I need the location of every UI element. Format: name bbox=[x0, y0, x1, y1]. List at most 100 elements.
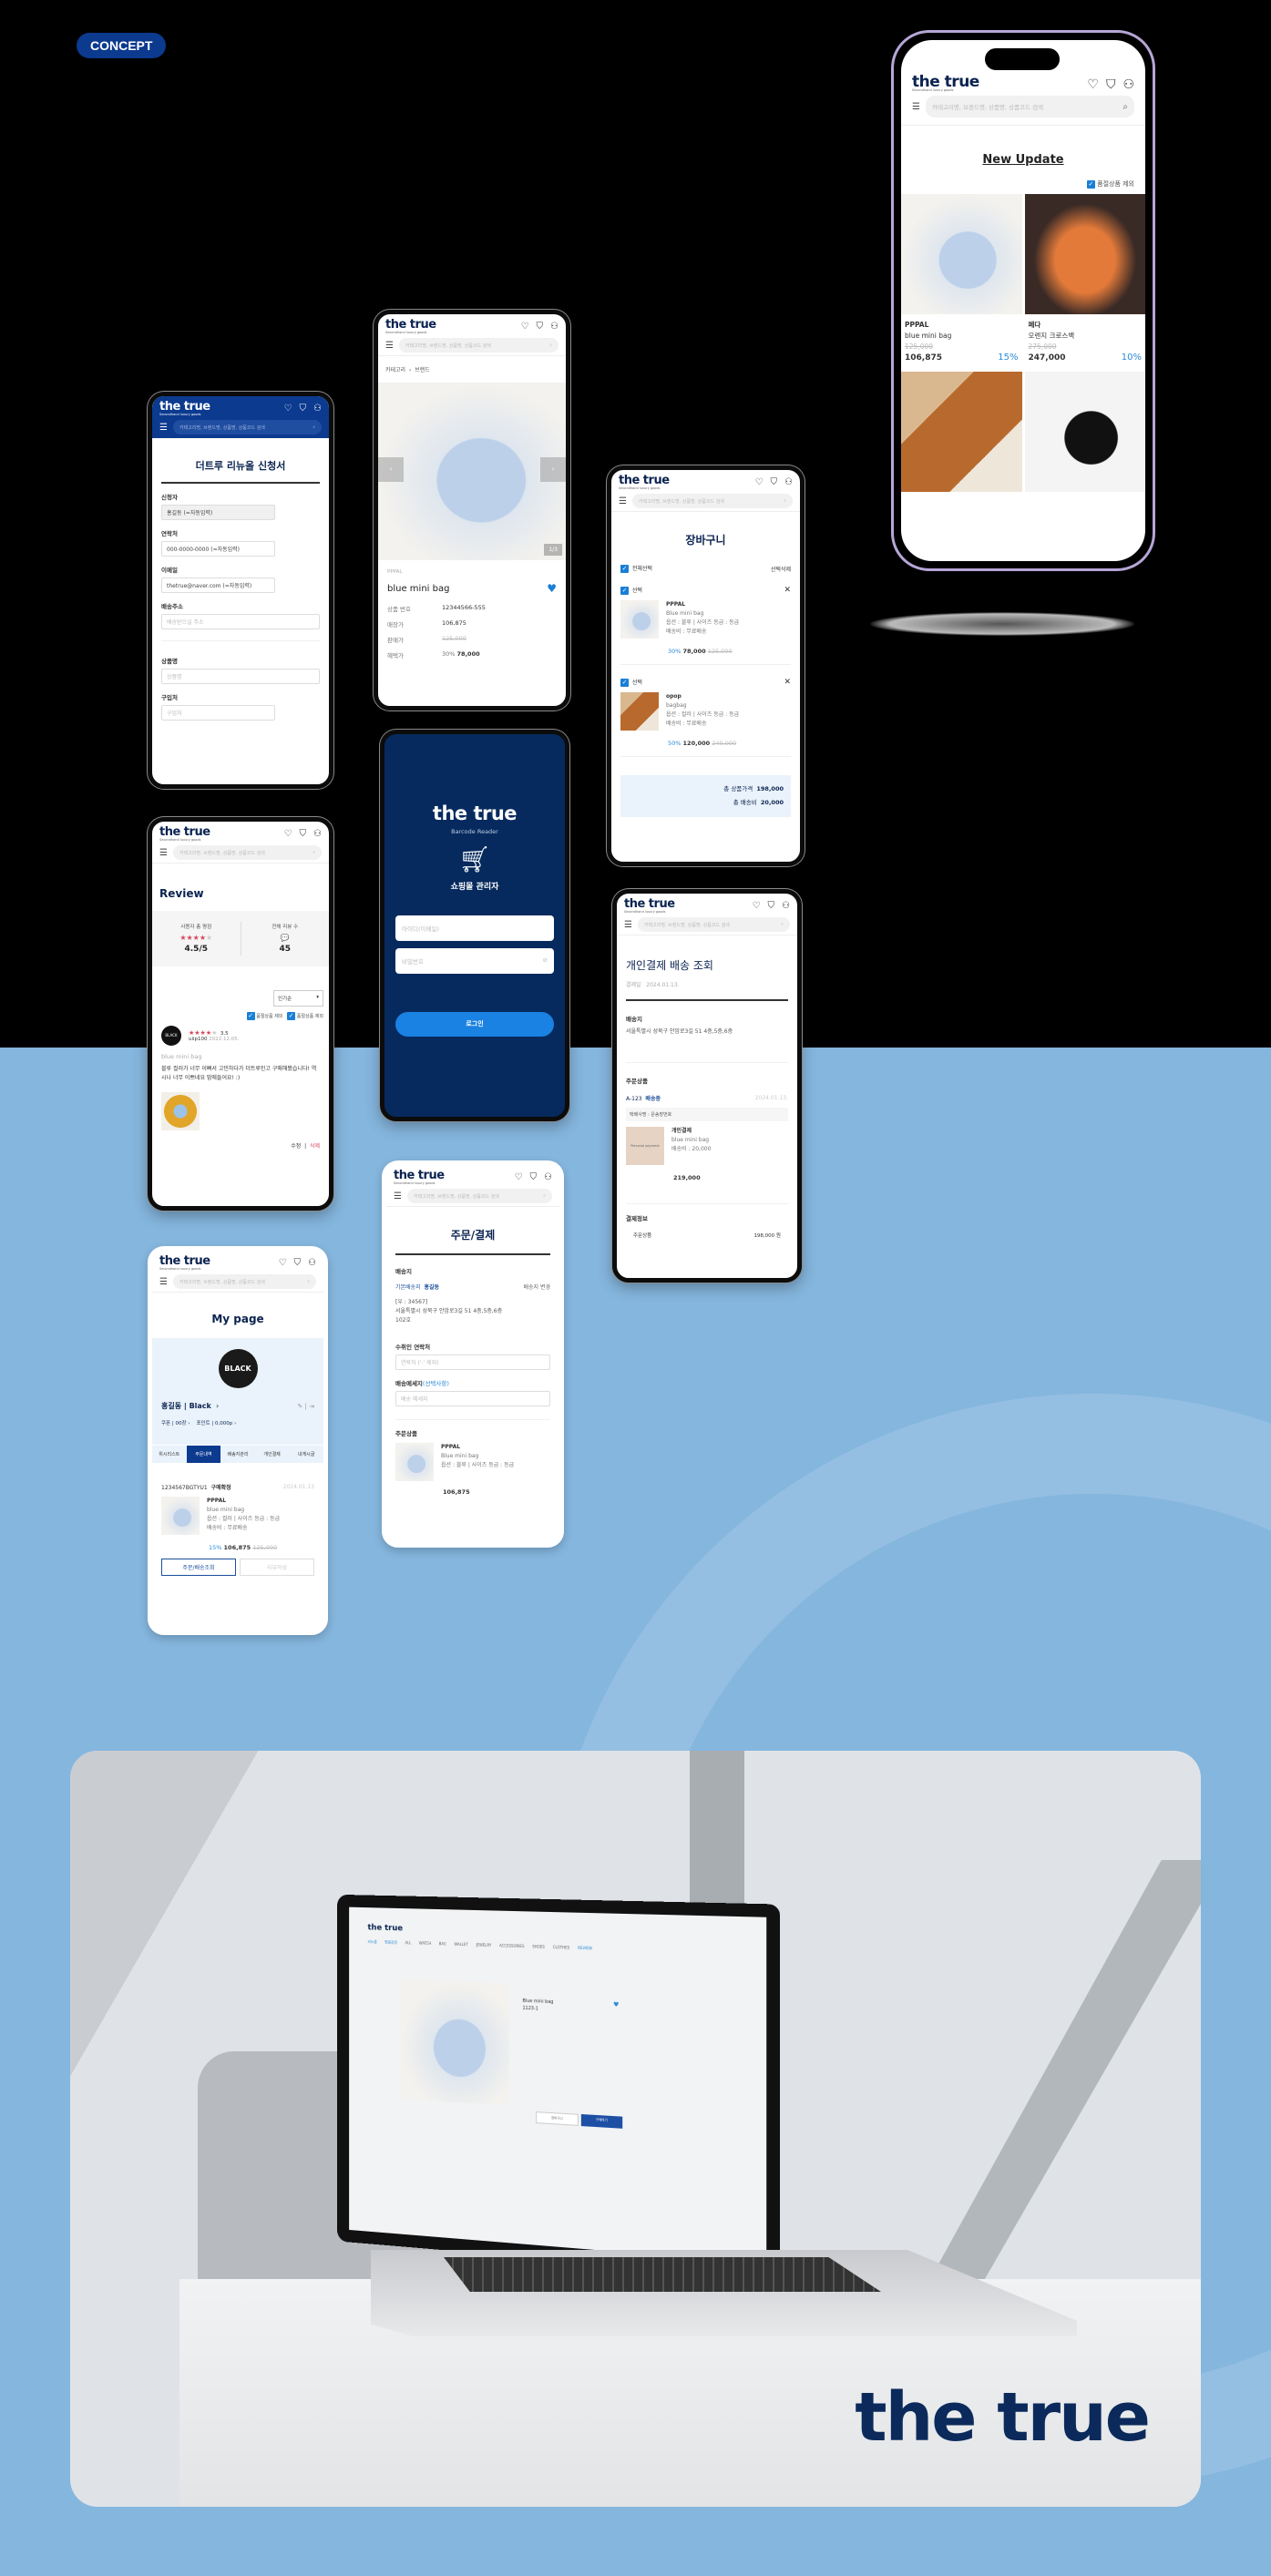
filter-checkbox[interactable]: ✓ 품절상품 제외 bbox=[246, 1012, 282, 1020]
email-field[interactable]: thetrue@naver.com (=자동입력) bbox=[161, 578, 275, 593]
iphone-home: the true Secondhand luxury goods ♡ ⛉ ⚇ ☰ 카테고… bbox=[891, 30, 1155, 571]
heart-icon[interactable]: ♡ bbox=[284, 404, 292, 414]
user-name-link[interactable]: 홍길동 | Black › bbox=[161, 1401, 219, 1411]
coupon-link[interactable]: 쿠폰 | 00장 › bbox=[161, 1421, 190, 1426]
eye-off-icon[interactable]: ⊘ bbox=[543, 956, 548, 966]
heart-icon[interactable]: ♡ bbox=[1087, 77, 1099, 92]
nav-item[interactable]: BAG bbox=[439, 1941, 446, 1947]
heart-filled-icon[interactable]: ♥ bbox=[547, 582, 557, 595]
point-link[interactable]: 포인트 | 0,000p › bbox=[196, 1421, 236, 1426]
search-input[interactable]: 카테고리명, 브랜드명, 상품명, 상품코드 검색 ⌕ bbox=[406, 1189, 552, 1203]
nav-item[interactable]: REVIEW bbox=[578, 1946, 592, 1952]
nav-item[interactable]: WALLET bbox=[454, 1942, 467, 1947]
user-icon[interactable]: ⚇ bbox=[782, 901, 790, 911]
product-name-field[interactable]: 상품명 bbox=[161, 669, 320, 684]
search-input[interactable]: 카테고리명, 브랜드명, 상품명, 상품코드 검색 ⌕ bbox=[637, 917, 790, 932]
user-icon[interactable]: ⚇ bbox=[313, 404, 322, 414]
user-icon[interactable]: ⚇ bbox=[313, 829, 322, 839]
nav-item[interactable]: ACCESSORIES bbox=[499, 1943, 524, 1949]
product-image[interactable] bbox=[901, 372, 1022, 492]
buy-button[interactable]: 구매하기 bbox=[580, 2113, 622, 2129]
bag-icon[interactable]: ⛉ bbox=[768, 901, 775, 911]
tab-wishlist[interactable]: 위시리스트 bbox=[152, 1446, 187, 1463]
search-input[interactable]: 카테고리명, 브랜드명, 상품명, 상품코드 검색 ⌕ bbox=[172, 420, 322, 434]
cart-button[interactable]: 장바구니 bbox=[536, 2111, 579, 2126]
heart-icon[interactable]: ♡ bbox=[753, 901, 761, 911]
tab-addresses[interactable]: 배송지관리 bbox=[220, 1446, 255, 1463]
search-input[interactable]: 카테고리명, 브랜드명, 상품명, 상품코드 검색 ⌕ bbox=[172, 845, 322, 860]
menu-icon[interactable]: ☰ bbox=[394, 1191, 402, 1201]
bag-icon[interactable]: ⛉ bbox=[530, 1172, 538, 1182]
sort-select[interactable]: 인기순 ▾ bbox=[273, 990, 323, 1007]
menu-icon[interactable]: ☰ bbox=[624, 920, 632, 930]
delete-button[interactable]: 삭제 bbox=[310, 1143, 320, 1150]
nav-item[interactable]: CLOTHES bbox=[553, 1945, 569, 1951]
select-all-checkbox[interactable]: ✓ 전체선택 bbox=[620, 564, 652, 573]
delete-selected-button[interactable]: 선택삭제 bbox=[771, 565, 791, 573]
filter-checkbox[interactable]: ✓ 품절상품 제외 bbox=[287, 1012, 323, 1020]
tab-orders[interactable]: 주문내역 bbox=[186, 1446, 221, 1463]
heart-icon[interactable]: ♡ bbox=[279, 1258, 287, 1268]
bag-icon[interactable]: ⛉ bbox=[300, 404, 307, 414]
address-field[interactable]: 배송받으실 주소 bbox=[161, 614, 320, 629]
write-review-button[interactable]: 리뷰작성 bbox=[240, 1559, 314, 1576]
delivery-message-input[interactable]: 배송 메세지 bbox=[395, 1391, 550, 1406]
product-image[interactable] bbox=[1024, 372, 1145, 492]
edit-button[interactable]: 수정 bbox=[291, 1143, 301, 1150]
nav-item[interactable]: WATCH bbox=[419, 1941, 431, 1947]
bag-icon[interactable]: ⛉ bbox=[294, 1258, 302, 1268]
remove-icon[interactable]: ✕ bbox=[784, 678, 791, 687]
item-checkbox[interactable]: ✓ 선택 bbox=[620, 586, 642, 595]
login-button[interactable]: 로그인 bbox=[395, 1012, 554, 1037]
prev-arrow-icon[interactable]: ‹ bbox=[378, 457, 404, 482]
search-input[interactable]: 카테고리명, 브랜드명, 상품명, 상품코드 검색 ⌕ bbox=[398, 338, 559, 353]
edit-icon[interactable]: ✎ bbox=[297, 1403, 302, 1410]
nav-item[interactable]: 리뉴올 bbox=[368, 1939, 377, 1945]
recipient-phone-input[interactable]: 연락처 ('-' 제외) bbox=[395, 1354, 550, 1370]
product-card[interactable]: 페다 오렌지 크로스백 275,000 247,000 10% bbox=[1024, 194, 1145, 369]
bag-icon[interactable]: ⛉ bbox=[537, 322, 544, 332]
tab-my-posts[interactable]: 내게시글 bbox=[289, 1446, 323, 1463]
phone-field[interactable]: 000-0000-0000 (=자동입력) bbox=[161, 541, 275, 557]
product-image bbox=[901, 194, 1022, 314]
user-icon[interactable]: ⚇ bbox=[1122, 77, 1134, 92]
menu-icon[interactable]: ☰ bbox=[159, 1277, 168, 1287]
heart-icon[interactable]: ♡ bbox=[515, 1172, 523, 1182]
bag-icon[interactable]: ⛉ bbox=[771, 477, 778, 487]
nav-item[interactable]: SHOES bbox=[532, 1944, 545, 1949]
user-icon[interactable]: ⚇ bbox=[308, 1258, 316, 1268]
user-icon[interactable]: ⚇ bbox=[544, 1172, 552, 1182]
menu-icon[interactable]: ☰ bbox=[619, 496, 627, 506]
tab-personal-payment[interactable]: 개인결제 bbox=[255, 1446, 290, 1463]
user-icon[interactable]: ⚇ bbox=[550, 322, 559, 332]
remove-icon[interactable]: ✕ bbox=[784, 586, 791, 595]
logout-icon[interactable]: ⇥ bbox=[309, 1403, 314, 1410]
heart-icon[interactable]: ♡ bbox=[521, 322, 529, 332]
exclude-soldout-checkbox[interactable]: ✓ 품절상품 제외 bbox=[901, 179, 1145, 189]
bag-icon[interactable]: ⛉ bbox=[300, 829, 307, 839]
id-input[interactable]: 아이디(이메일) bbox=[395, 915, 554, 941]
item-checkbox[interactable]: ✓ 선택 bbox=[620, 678, 642, 687]
nav-item[interactable]: 명품감정 bbox=[384, 1940, 397, 1946]
next-arrow-icon[interactable]: › bbox=[540, 457, 566, 482]
review-photo[interactable] bbox=[161, 1092, 200, 1130]
heart-icon[interactable]: ♡ bbox=[284, 829, 292, 839]
menu-icon[interactable]: ☰ bbox=[159, 848, 168, 858]
heart-icon[interactable]: ♡ bbox=[755, 477, 764, 487]
cart-icon: 🛒︎ bbox=[458, 844, 491, 874]
menu-icon[interactable]: ☰ bbox=[159, 423, 168, 433]
search-input[interactable]: 카테고리명, 브랜드명, 상품명, 상품코드 검색 ⌕ bbox=[172, 1274, 316, 1289]
nav-item[interactable]: JEWELRY bbox=[476, 1943, 491, 1948]
menu-icon[interactable]: ☰ bbox=[912, 102, 920, 112]
menu-icon[interactable]: ☰ bbox=[385, 341, 394, 351]
bag-icon[interactable]: ⛉ bbox=[1106, 77, 1116, 92]
search-input[interactable]: 카테고리명, 브랜드명, 상품명, 상품코드 검색 ⌕ bbox=[631, 494, 793, 508]
purchase-place-field[interactable]: 구입처 bbox=[161, 705, 275, 721]
change-address-link[interactable]: 배송지 변경 bbox=[523, 1283, 550, 1291]
password-input[interactable]: 비밀번호 ⊘ bbox=[395, 948, 554, 974]
nav-item[interactable]: ALL bbox=[405, 1940, 411, 1946]
search-input[interactable]: 카테고리명, 브랜드명, 상품명, 상품코드 검색 ⌕ bbox=[925, 96, 1134, 118]
track-order-button[interactable]: 주문/배송조회 bbox=[161, 1559, 236, 1576]
user-icon[interactable]: ⚇ bbox=[784, 477, 793, 487]
product-card[interactable]: PPPAL blue mini bag 125,000 106,875 15% bbox=[901, 194, 1022, 369]
